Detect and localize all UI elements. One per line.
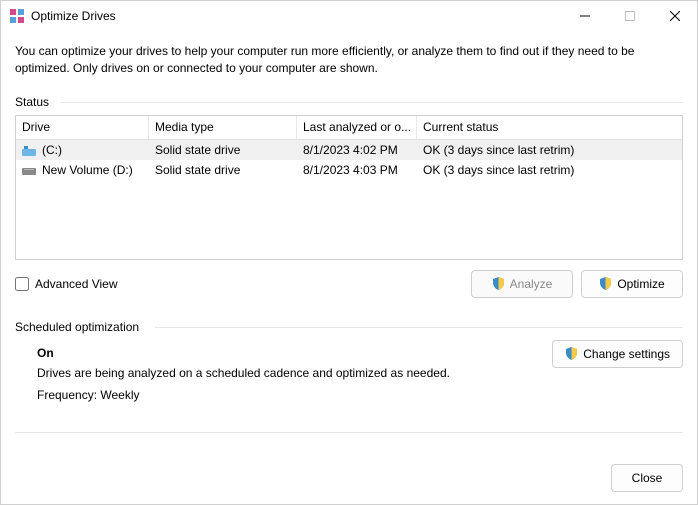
titlebar: Optimize Drives	[1, 1, 697, 31]
drives-table: Drive Media type Last analyzed or o... C…	[15, 115, 683, 260]
col-media[interactable]: Media type	[149, 116, 297, 139]
maximize-button[interactable]	[607, 1, 652, 31]
optimize-label: Optimize	[617, 277, 664, 291]
os-drive-icon	[22, 145, 36, 155]
table-row[interactable]: New Volume (D:) Solid state drive 8/1/20…	[16, 160, 682, 180]
status-label: Status	[15, 95, 683, 109]
shield-icon	[599, 277, 612, 290]
drive-media: Solid state drive	[149, 163, 297, 177]
defrag-icon	[9, 8, 25, 24]
optimize-button[interactable]: Optimize	[581, 270, 683, 298]
drive-media: Solid state drive	[149, 143, 297, 157]
advanced-view-label: Advanced View	[35, 277, 118, 291]
close-button[interactable]: Close	[611, 464, 683, 492]
scheduled-frequency: Frequency: Weekly	[37, 388, 544, 402]
ssd-drive-icon	[22, 165, 36, 175]
shield-icon	[492, 277, 505, 290]
minimize-button[interactable]	[562, 1, 607, 31]
separator	[15, 432, 683, 433]
scheduled-desc: Drives are being analyzed on a scheduled…	[37, 366, 544, 380]
intro-text: You can optimize your drives to help you…	[15, 43, 683, 77]
col-last[interactable]: Last analyzed or o...	[297, 116, 417, 139]
analyze-label: Analyze	[510, 277, 553, 291]
close-window-button[interactable]	[652, 1, 697, 31]
change-settings-button[interactable]: Change settings	[552, 340, 683, 368]
drive-last: 8/1/2023 4:02 PM	[297, 143, 417, 157]
drive-name: New Volume (D:)	[42, 163, 133, 177]
col-status[interactable]: Current status	[417, 116, 682, 139]
drive-status: OK (3 days since last retrim)	[417, 143, 682, 157]
scheduled-label: Scheduled optimization	[15, 320, 683, 334]
analyze-button[interactable]: Analyze	[471, 270, 573, 298]
advanced-view-input[interactable]	[15, 277, 29, 291]
drive-name: (C:)	[42, 143, 62, 157]
shield-icon	[565, 347, 578, 360]
col-drive[interactable]: Drive	[16, 116, 149, 139]
advanced-view-checkbox[interactable]: Advanced View	[15, 277, 118, 291]
table-row[interactable]: (C:) Solid state drive 8/1/2023 4:02 PM …	[16, 140, 682, 160]
drive-status: OK (3 days since last retrim)	[417, 163, 682, 177]
close-label: Close	[632, 471, 663, 485]
change-settings-label: Change settings	[583, 347, 670, 361]
drive-last: 8/1/2023 4:03 PM	[297, 163, 417, 177]
scheduled-state: On	[37, 346, 544, 360]
window-title: Optimize Drives	[31, 9, 562, 23]
